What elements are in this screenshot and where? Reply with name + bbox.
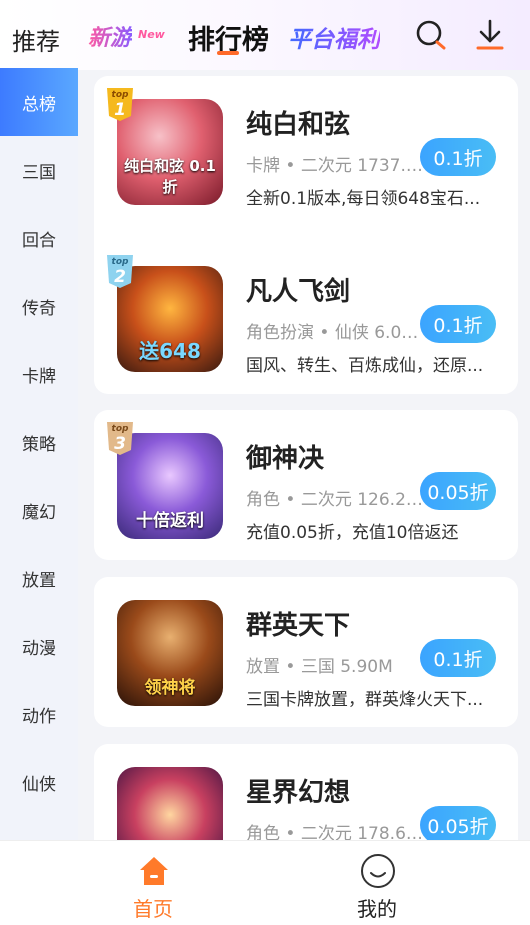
game-description: 全新0.1版本,每日领648宝石... — [246, 189, 481, 209]
nav-mine-label: 我的 — [357, 897, 397, 921]
discount-button[interactable]: 0.1折 — [420, 305, 496, 343]
sidebar-item-anime[interactable]: 动漫 — [0, 612, 78, 680]
game-card[interactable]: 纯白和弦 0.1折 top 1 纯白和弦 卡牌 • 二次元 1737.4... … — [94, 76, 518, 252]
sidebar-item-strategy[interactable]: 策略 — [0, 408, 78, 476]
nav-mine[interactable]: 我的 — [327, 851, 427, 921]
bottom-navigation: 首页 我的 — [0, 840, 530, 925]
active-tab-indicator — [217, 51, 239, 55]
sidebar-item-turn-based[interactable]: 回合 — [0, 204, 78, 272]
game-title: 纯白和弦 — [246, 110, 351, 140]
rank-badge: top 3 — [103, 420, 137, 456]
game-card[interactable]: 十倍返利 top 3 御神决 角色 • 二次元 126.25... 充值0.05… — [94, 410, 518, 560]
tab-recommend[interactable]: 推荐 — [12, 22, 60, 57]
game-thumbnail[interactable]: 领神将 — [117, 600, 223, 706]
game-description: 国风、转生、百炼成仙，还原... — [246, 356, 484, 376]
game-description: 三国卡牌放置，群英烽火天下... — [246, 690, 484, 710]
rank-top-label: top — [111, 257, 129, 267]
nav-home[interactable]: 首页 — [103, 851, 203, 921]
game-thumbnail[interactable] — [117, 767, 223, 840]
game-title: 凡人飞剑 — [246, 277, 351, 307]
sidebar-item-idle[interactable]: 放置 — [0, 544, 78, 612]
discount-button[interactable]: 0.05折 — [420, 472, 496, 510]
game-meta: 角色 • 二次元 126.25... — [246, 490, 426, 510]
game-card[interactable]: 送648 top 2 凡人飞剑 角色扮演 • 仙侠 6.00... 国风、转生、… — [94, 242, 518, 394]
discount-button[interactable]: 0.1折 — [420, 138, 496, 176]
sidebar-item-action[interactable]: 动作 — [0, 680, 78, 748]
tab-new-games[interactable]: 新游 — [88, 20, 132, 52]
thumbnail-caption: 领神将 — [144, 678, 196, 698]
game-title: 群英天下 — [246, 611, 351, 641]
game-card[interactable]: 星界幻想 角色 • 二次元 178.66... 0.05折 — [94, 744, 518, 840]
rank-number: 3 — [114, 434, 126, 454]
top-header: 推荐 新游 New 排行榜 平台福利 — [0, 0, 530, 70]
category-sidebar: 总榜 三国 回合 传奇 卡牌 策略 魔幻 放置 动漫 动作 仙侠 — [0, 68, 78, 840]
rank-top-label: top — [111, 424, 129, 434]
rank-badge: top 1 — [103, 86, 137, 122]
sidebar-item-xianxia[interactable]: 仙侠 — [0, 748, 78, 816]
sidebar-item-card[interactable]: 卡牌 — [0, 340, 78, 408]
tab-welfare[interactable]: 平台福利 — [288, 20, 380, 54]
rank-number: 2 — [114, 267, 126, 287]
thumbnail-caption: 纯白和弦 0.1折 — [124, 157, 216, 196]
game-meta: 角色扮演 • 仙侠 6.00... — [246, 323, 426, 343]
rank-badge: top 2 — [103, 253, 137, 289]
rank-number: 1 — [114, 100, 126, 120]
game-meta: 卡牌 • 二次元 1737.4... — [246, 156, 426, 176]
thumbnail-caption: 十倍返利 — [136, 511, 204, 531]
game-list: 纯白和弦 0.1折 top 1 纯白和弦 卡牌 • 二次元 1737.4... … — [78, 68, 530, 840]
search-icon[interactable] — [413, 17, 449, 53]
new-badge: New — [138, 28, 165, 41]
sidebar-item-three-kingdoms[interactable]: 三国 — [0, 136, 78, 204]
home-icon — [136, 853, 172, 889]
game-description: 充值0.05折，充值10倍返还 — [246, 523, 459, 543]
game-title: 星界幻想 — [246, 778, 351, 808]
game-card[interactable]: 领神将 群英天下 放置 • 三国 5.90M 三国卡牌放置，群英烽火天下... … — [94, 577, 518, 727]
nav-home-label: 首页 — [133, 897, 173, 921]
sidebar-item-legend[interactable]: 传奇 — [0, 272, 78, 340]
rank-top-label: top — [111, 90, 129, 100]
game-title: 御神决 — [246, 444, 325, 474]
smiley-icon — [360, 853, 396, 889]
discount-button[interactable]: 0.05折 — [420, 806, 496, 840]
sidebar-item-fantasy[interactable]: 魔幻 — [0, 476, 78, 544]
thumbnail-caption: 送648 — [139, 339, 201, 363]
download-icon[interactable] — [472, 17, 508, 53]
discount-button[interactable]: 0.1折 — [420, 639, 496, 677]
game-meta: 放置 • 三国 5.90M — [246, 657, 393, 677]
sidebar-item-all[interactable]: 总榜 — [0, 68, 78, 136]
game-meta: 角色 • 二次元 178.66... — [246, 824, 426, 840]
